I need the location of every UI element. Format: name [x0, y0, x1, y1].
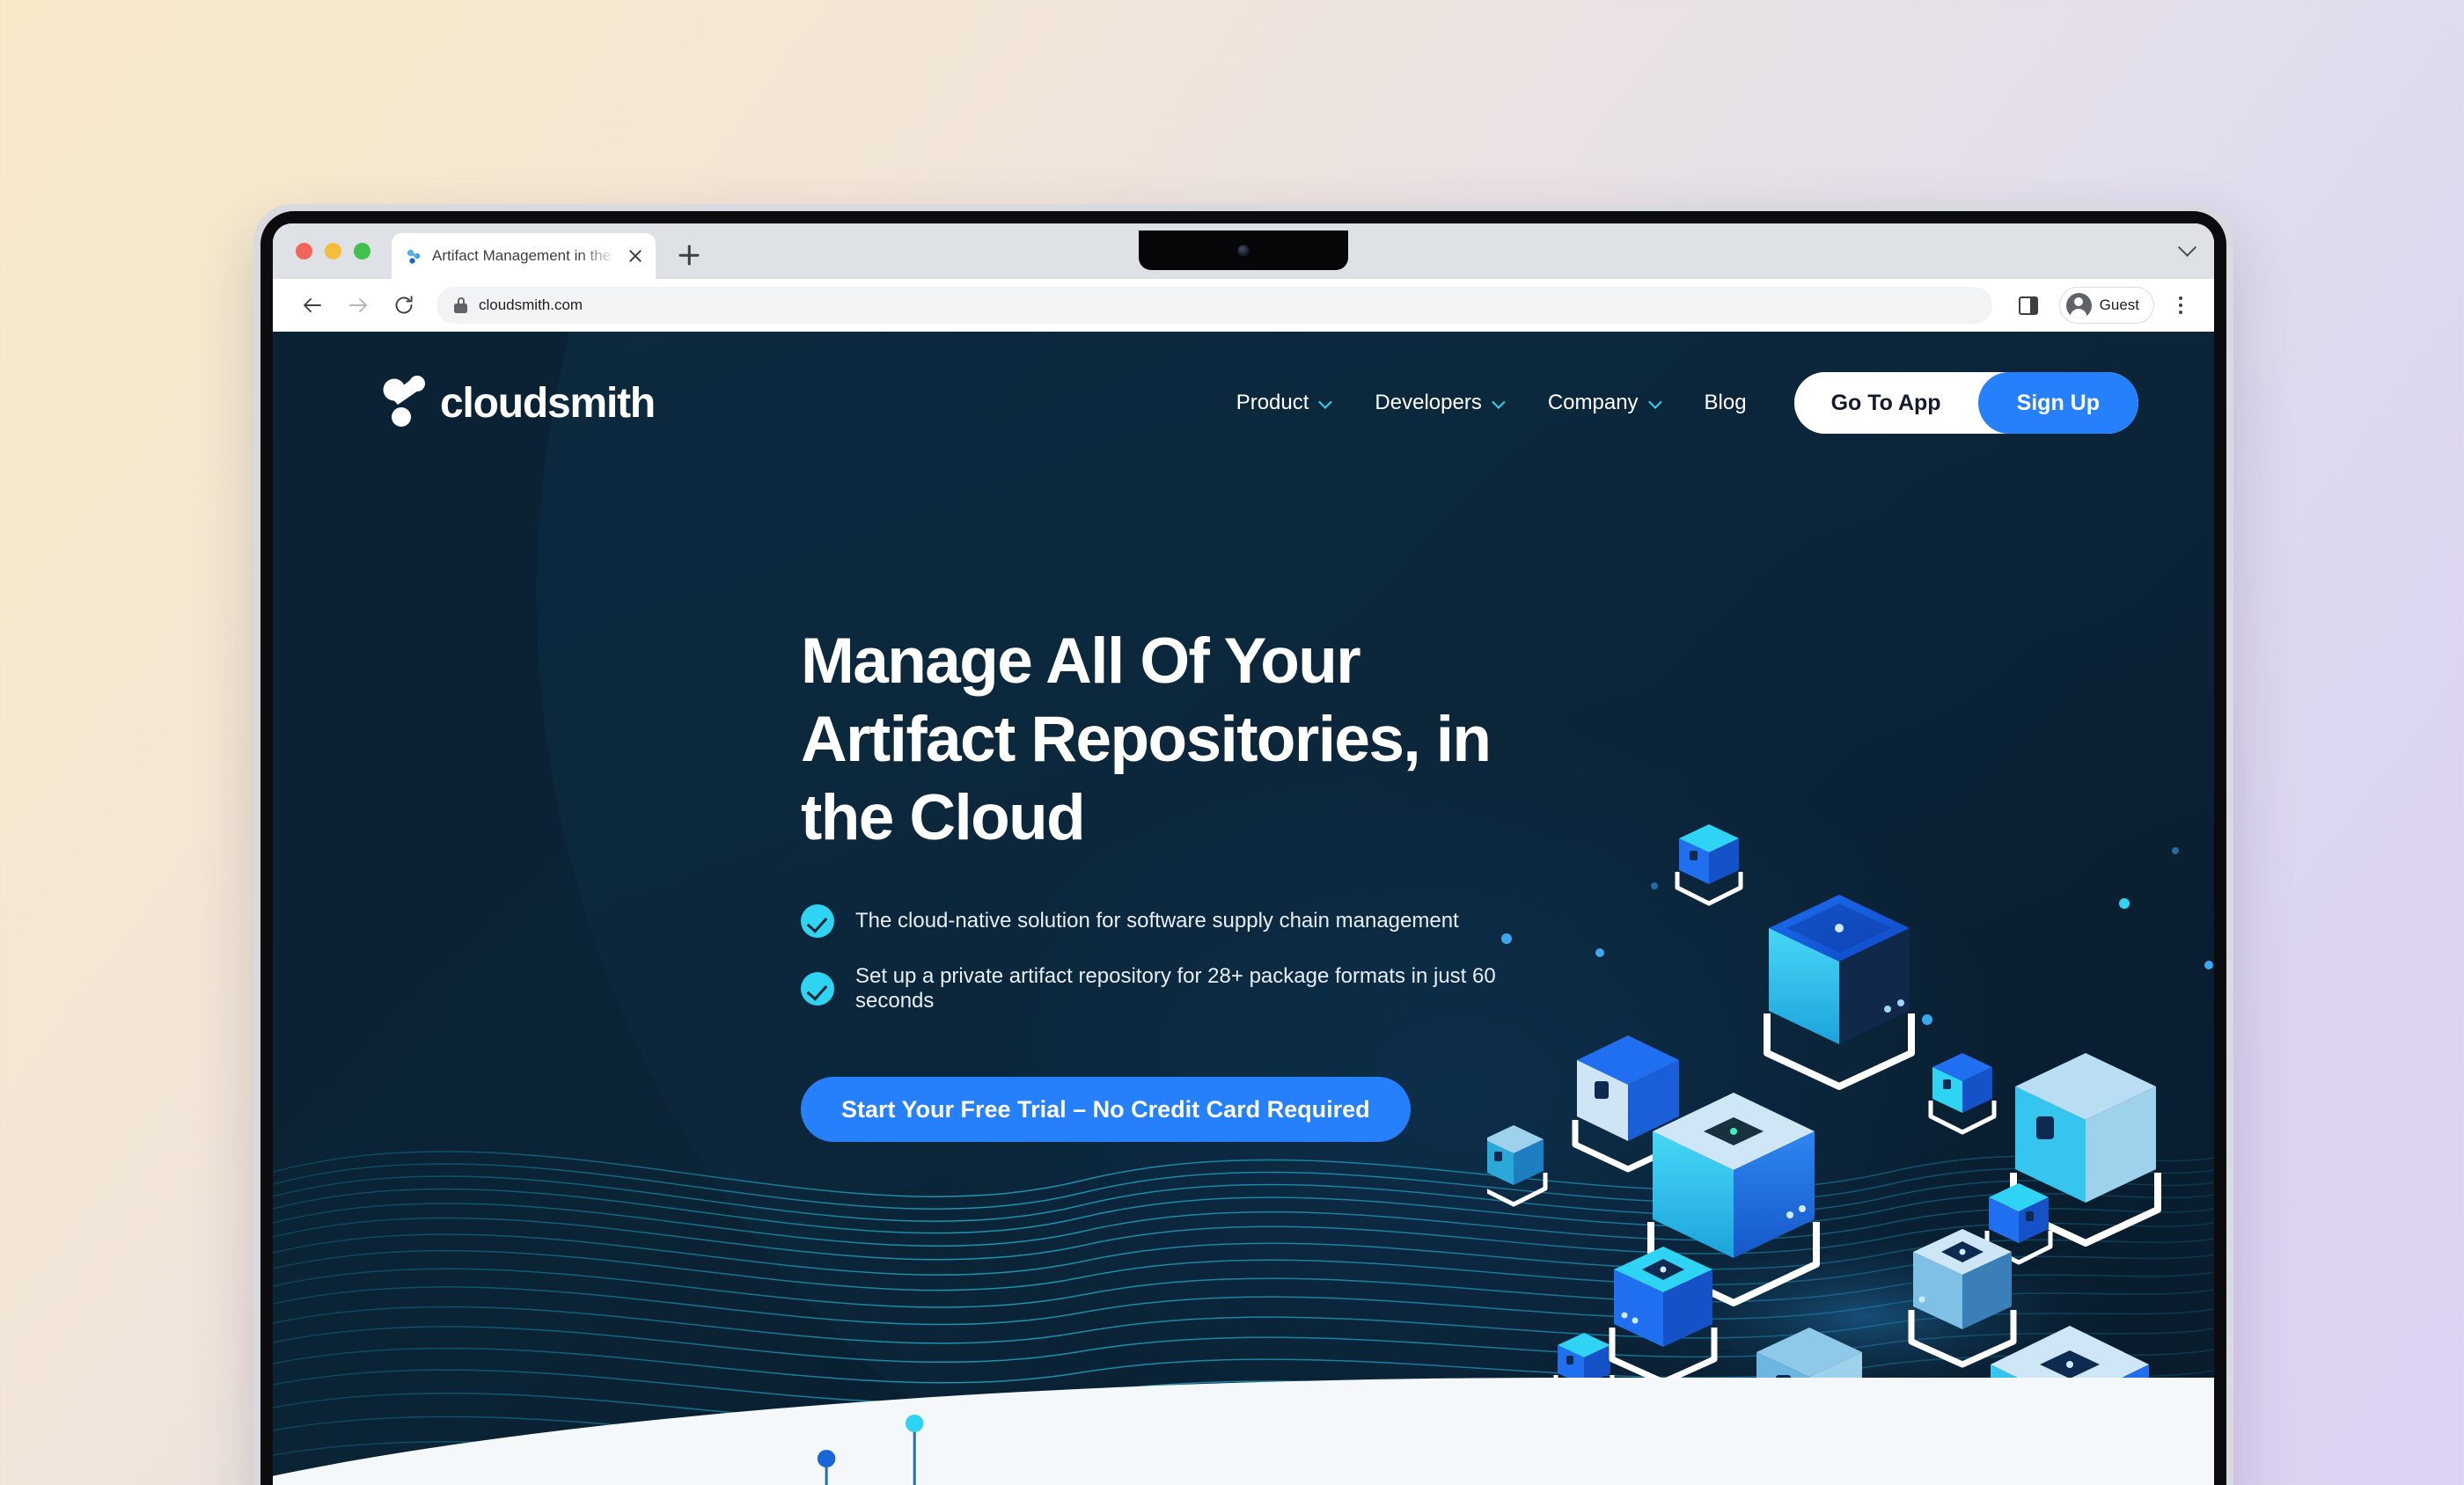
site-navbar: cloudsmith Product Developers Company Bl… — [273, 355, 2214, 451]
hero-title-line: Manage All Of Your — [801, 625, 1361, 697]
chevron-down-icon — [1318, 394, 1333, 409]
side-panel-button[interactable] — [2008, 285, 2049, 326]
hero-illustration — [1479, 789, 2214, 1475]
hero-bullet-list: The cloud-native solution for software s… — [801, 904, 1531, 1013]
brand-logo-link[interactable]: cloudsmith — [382, 375, 656, 432]
chevron-down-icon — [2177, 238, 2196, 257]
webcam-icon — [1237, 245, 1250, 256]
profile-button[interactable]: Guest — [2058, 287, 2154, 324]
hero-section: cloudsmith Product Developers Company Bl… — [273, 332, 2214, 1485]
bullet-label: The cloud-native solution for software s… — [855, 909, 1459, 933]
back-button[interactable] — [292, 285, 333, 326]
window-maximize-button[interactable] — [354, 243, 370, 260]
browser-toolbar: cloudsmith.com Guest — [273, 279, 2214, 332]
laptop-notch — [1139, 230, 1348, 270]
browser-tab[interactable]: Artifact Management in the Cl — [392, 233, 656, 279]
cube-large-1 — [1764, 895, 1915, 1090]
hero-title-line: the Cloud — [801, 782, 1086, 854]
nav-item-product[interactable]: Product — [1236, 391, 1333, 415]
forward-button[interactable] — [338, 285, 378, 326]
bullet-label: Set up a private artifact repository for… — [855, 964, 1496, 1013]
go-to-app-button[interactable]: Go To App — [1793, 372, 1978, 434]
cloudsmith-logo-icon — [382, 375, 431, 432]
address-bar[interactable]: cloudsmith.com — [436, 287, 1992, 324]
laptop-mockup: Artifact Management in the Cl cloudsmith… — [253, 204, 2233, 1485]
reload-icon — [395, 296, 413, 314]
start-free-trial-button[interactable]: Start Your Free Trial – No Credit Card R… — [801, 1077, 1411, 1143]
page-title: Manage All Of Your Artifact Repositories… — [801, 622, 1531, 857]
sign-up-button[interactable]: Sign Up — [1977, 372, 2138, 434]
laptop-screen: Artifact Management in the Cl cloudsmith… — [273, 223, 2214, 1485]
nav-item-developers[interactable]: Developers — [1375, 391, 1506, 415]
window-close-button[interactable] — [296, 243, 312, 260]
next-section-stems — [817, 1415, 924, 1485]
browser-tab-title: Artifact Management in the Cl — [432, 247, 616, 264]
window-traffic-lights — [296, 223, 392, 279]
nav-item-blog[interactable]: Blog — [1705, 391, 1747, 415]
account-avatar-icon — [2065, 292, 2092, 318]
nav-item-company[interactable]: Company — [1547, 391, 1662, 415]
browser-menu-button[interactable] — [2163, 285, 2198, 326]
back-arrow-icon — [304, 298, 321, 312]
nav-cta-group: Go To App Sign Up — [1793, 372, 2138, 434]
brand-name: cloudsmith — [440, 379, 656, 427]
list-item: The cloud-native solution for software s… — [801, 904, 1531, 939]
next-section — [273, 1378, 2214, 1485]
chevron-down-icon — [1491, 394, 1506, 409]
chevron-down-icon — [1647, 394, 1662, 409]
three-dot-menu-icon — [2179, 296, 2182, 300]
new-tab-button[interactable] — [668, 234, 710, 276]
nav-item-label: Blog — [1704, 391, 1747, 414]
web-page-viewport: cloudsmith Product Developers Company Bl… — [273, 332, 2214, 1485]
nav-item-label: Developers — [1375, 391, 1482, 414]
close-icon[interactable] — [626, 246, 645, 266]
toolbar-right-actions: Guest — [2008, 285, 2198, 326]
forward-arrow-icon — [349, 298, 367, 312]
nav-item-label: Product — [1236, 391, 1309, 414]
hero-title-line: Artifact Repositories, in — [801, 704, 1492, 776]
tab-search-button[interactable] — [2165, 223, 2209, 279]
lock-icon — [454, 297, 467, 313]
nav-links: Product Developers Company Blog — [1236, 391, 1747, 415]
list-item: Set up a private artifact repository for… — [801, 964, 1531, 1013]
nav-item-label: Company — [1547, 391, 1639, 414]
side-panel-icon — [2018, 296, 2038, 315]
reload-button[interactable] — [384, 285, 424, 326]
check-circle-icon — [801, 904, 834, 939]
check-circle-icon — [801, 972, 834, 1006]
window-minimize-button[interactable] — [325, 243, 341, 260]
cube-small-2 — [1928, 1053, 1997, 1135]
cloudsmith-favicon-icon — [406, 248, 422, 265]
profile-label: Guest — [2099, 296, 2139, 313]
hero-copy: Manage All Of Your Artifact Repositories… — [801, 622, 1531, 1143]
address-bar-url: cloudsmith.com — [479, 296, 583, 313]
